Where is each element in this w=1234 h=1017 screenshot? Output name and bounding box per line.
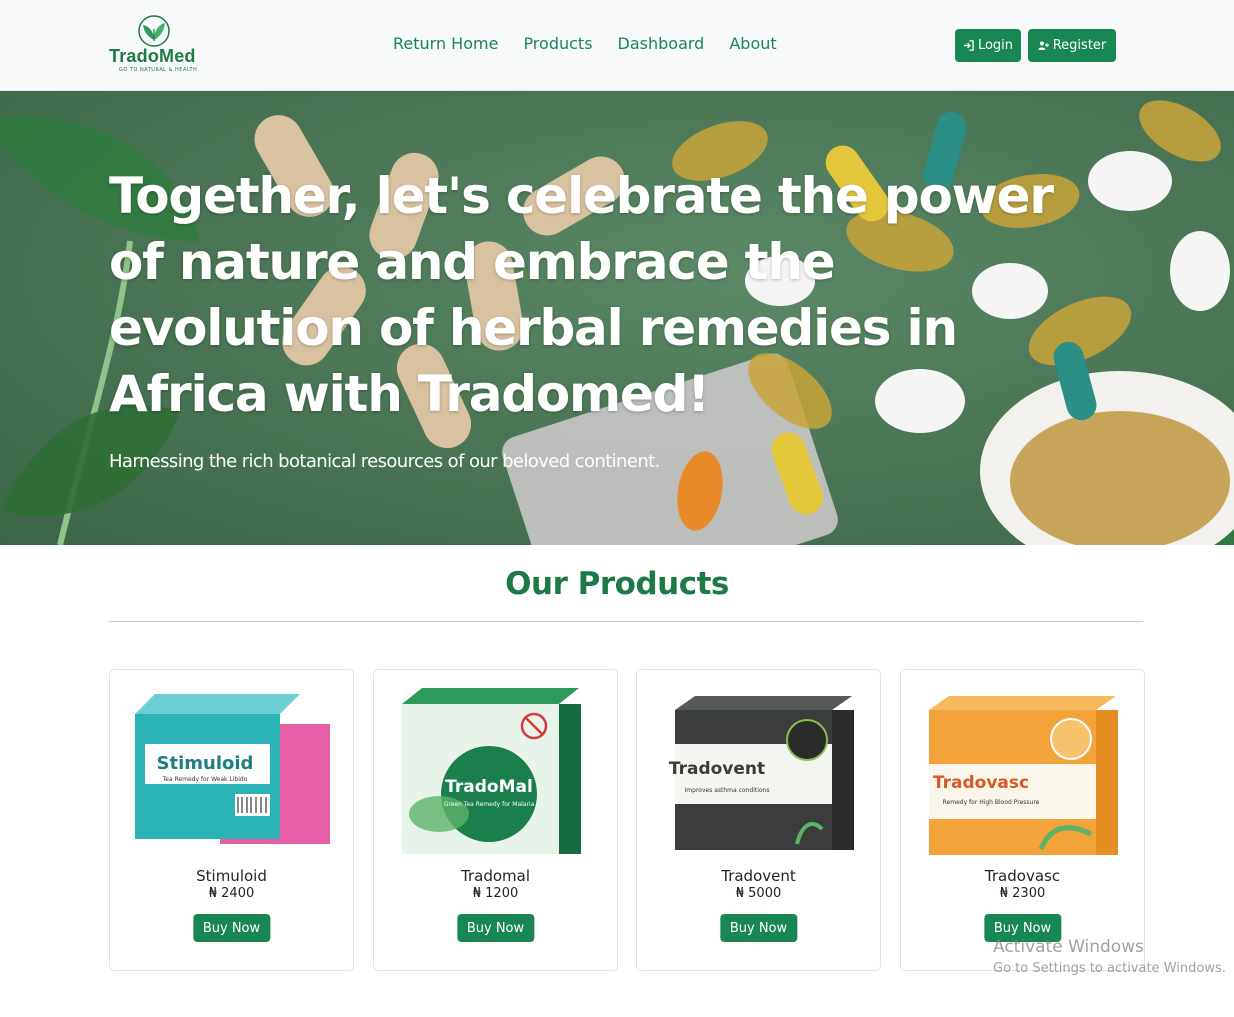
product-name: Tradovent [721,867,796,885]
brand-name: TradoMed [109,46,196,66]
tradovasc-box-subtitle: Remedy for High Blood Pressure [943,799,1040,806]
tradovent-product-image: Tradovent Improves asthma conditions [669,696,854,850]
product-card-stimuloid: Stimuloid Tea Remedy for Weak Libido Sti… [109,669,354,971]
tradomal-product-image: TradoMal Green Tea Remedy for Malaria [402,688,581,854]
register-label: Register [1052,38,1107,53]
navbar: TradoMed GO TO NATURAL & HEALTH Return H… [0,0,1234,91]
buy-now-button[interactable]: Buy Now [719,914,798,942]
nav-link-dashboard[interactable]: Dashboard [618,34,705,53]
stimuloid-product-image: Stimuloid Tea Remedy for Weak Libido [135,694,330,844]
user-plus-icon [1038,41,1049,50]
product-name: Stimuloid [196,867,267,885]
stimuloid-box-title: Stimuloid [157,753,254,774]
register-button[interactable]: Register [1028,29,1116,62]
hero-title: Together, let's celebrate the power of n… [109,167,1054,423]
login-label: Login [977,38,1014,53]
activate-windows-hint: Go to Settings to activate Windows. [993,961,1226,976]
section-divider [109,621,1143,622]
product-name: Tradomal [461,867,530,885]
brand-tagline: GO TO NATURAL & HEALTH [119,67,198,73]
tradomal-box-subtitle: Green Tea Remedy for Malaria [444,801,535,808]
tradomed-logo[interactable]: TradoMed GO TO NATURAL & HEALTH [109,14,219,74]
tradovent-box-title: Tradovent [669,759,765,779]
hero-banner: Together, let's celebrate the power of n… [0,91,1234,545]
product-price: ₦ 5000 [735,886,782,901]
tradovasc-product-image: Tradovasc Remedy for High Blood Pressure [929,696,1118,855]
product-name: Tradovasc [984,867,1061,885]
products-heading: Our Products [505,566,729,602]
main-nav: Return Home Products Dashboard About [393,34,802,53]
product-price: ₦ 1200 [472,886,519,901]
product-card-tradovasc: Tradovasc Remedy for High Blood Pressure… [900,669,1145,971]
tradovasc-box-title: Tradovasc [933,773,1029,793]
nav-link-about[interactable]: About [729,34,776,53]
tradomal-box-title: TradoMal [445,777,533,797]
nav-link-return-home[interactable]: Return Home [393,34,498,53]
activate-windows-watermark: Activate Windows [993,937,1144,957]
product-card-tradovent: Tradovent Improves asthma conditions Tra… [636,669,881,971]
product-card-tradomal: TradoMal Green Tea Remedy for Malaria Tr… [373,669,618,971]
nav-link-products[interactable]: Products [523,34,592,53]
buy-now-button[interactable]: Buy Now [456,914,535,942]
sign-in-icon [963,40,974,51]
hero-subtitle: Harnessing the rich botanical resources … [109,451,660,472]
tradovent-box-subtitle: Improves asthma conditions [685,787,770,794]
product-price: ₦ 2300 [999,886,1046,901]
product-price: ₦ 2400 [208,886,255,901]
buy-now-button[interactable]: Buy Now [192,914,271,942]
login-button[interactable]: Login [955,29,1021,62]
stimuloid-box-subtitle: Tea Remedy for Weak Libido [162,776,248,783]
leaf-logo-icon [138,15,170,47]
